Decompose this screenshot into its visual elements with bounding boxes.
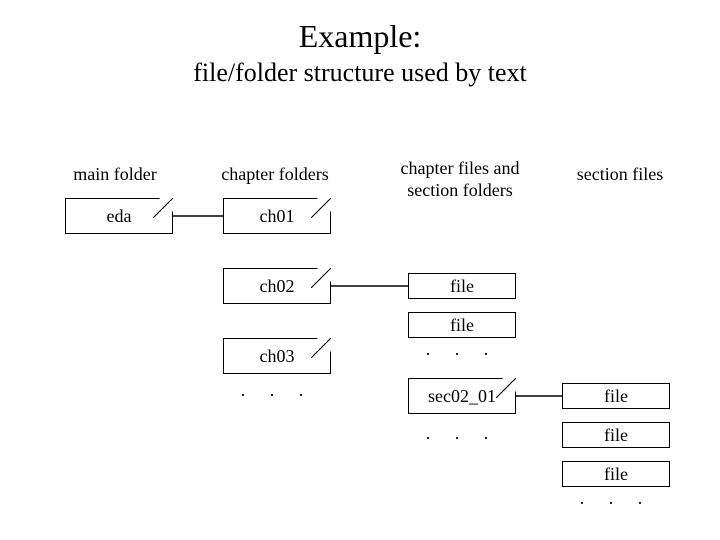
- col-header-chapters: chapter folders: [205, 164, 345, 186]
- diagram-title: Example:: [0, 18, 720, 55]
- ellipsis-section-files: . . .: [562, 488, 670, 509]
- folder-ch02: ch02: [223, 268, 331, 304]
- chapter-file-1: file: [408, 273, 516, 299]
- ellipsis-chapter-files: . . .: [408, 339, 516, 360]
- folder-ch01: ch01: [223, 198, 331, 234]
- folder-ch03: ch03: [223, 338, 331, 374]
- section-file-3: file: [562, 461, 670, 487]
- section-file-1: file: [562, 383, 670, 409]
- col-header-chapter-files: chapter files and section folders: [380, 158, 540, 201]
- ellipsis-sections: . . .: [408, 423, 516, 444]
- section-file-2: file: [562, 422, 670, 448]
- col-header-main: main folder: [50, 164, 180, 186]
- folder-section: sec02_01: [408, 378, 516, 414]
- chapter-file-2: file: [408, 312, 516, 338]
- folder-main: eda: [65, 198, 173, 234]
- col-header-section-files: section files: [555, 164, 685, 186]
- ellipsis-chapters: . . .: [223, 380, 331, 401]
- diagram-subtitle: file/folder structure used by text: [0, 58, 720, 88]
